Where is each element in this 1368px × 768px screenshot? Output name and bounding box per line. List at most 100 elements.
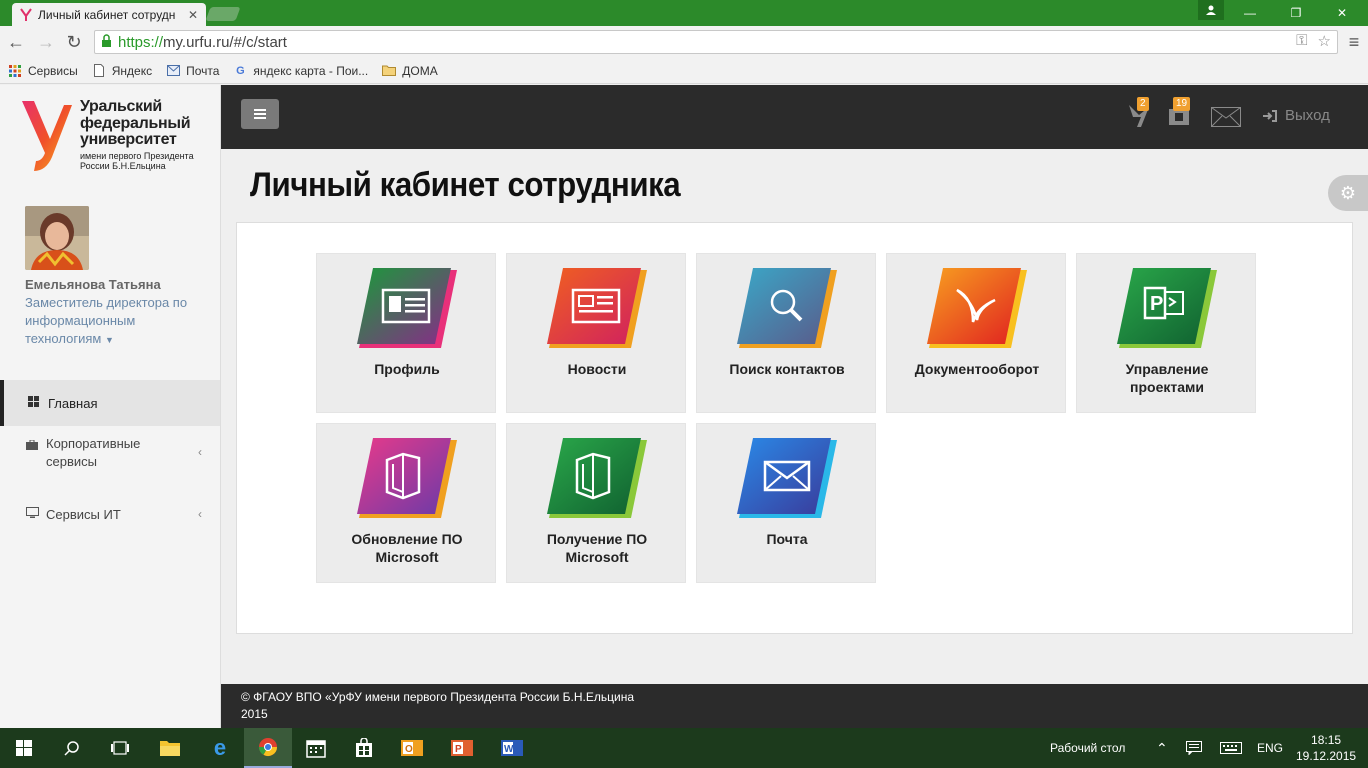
tile-contact-search[interactable]: Поиск контактов	[696, 253, 876, 413]
bookmark-label: яндекс карта - Пои...	[253, 63, 369, 78]
language-indicator[interactable]: ENG	[1257, 728, 1283, 768]
page-title: Личный кабинет сотрудника	[250, 166, 681, 204]
sidebar-item-it-services[interactable]: Сервисы ИТ ‹	[0, 503, 220, 525]
logout-icon	[1263, 109, 1277, 122]
sidebar-item-label: Сервисы ИТ	[46, 506, 121, 522]
bookmark-mail[interactable]: Почта	[166, 64, 219, 78]
tile-label: Почта	[766, 531, 808, 547]
google-icon: G	[236, 64, 245, 77]
browser-user-icon[interactable]	[1198, 0, 1224, 20]
chrome-browser-button[interactable]	[244, 728, 292, 768]
tile-project-management[interactable]: P Управление проектами	[1076, 253, 1256, 413]
folder-icon	[160, 741, 180, 756]
bookmark-label: Почта	[186, 63, 220, 78]
documents-header-button[interactable]: 2	[1127, 97, 1151, 135]
svg-text:O: O	[405, 744, 413, 755]
desktop-toolbar-label[interactable]: Рабочий стол	[1050, 728, 1125, 768]
search-button[interactable]	[48, 728, 96, 768]
tile-document-flow[interactable]: Документооборот	[886, 253, 1066, 413]
desktop-label: Рабочий стол	[1050, 741, 1126, 755]
chrome-menu-icon[interactable]: ≡	[1342, 30, 1366, 54]
system-clock[interactable]: 18:15 19.12.2015	[1296, 732, 1356, 764]
caret-down-icon: ▼	[104, 335, 114, 345]
task-view-button[interactable]	[96, 728, 144, 768]
logout-label: Выход	[1285, 107, 1330, 124]
restore-icon[interactable]: ❐	[1274, 0, 1318, 26]
footer-copyright: © ФГАОУ ВПО «УрФУ имени первого Президен…	[241, 690, 635, 704]
bookmark-folder-doma[interactable]: ДОМА	[382, 63, 438, 78]
envelope-icon	[737, 438, 837, 520]
keyboard-icon[interactable]	[1220, 728, 1242, 768]
tile-label: Поиск контактов	[729, 361, 845, 377]
tile-profile[interactable]: Профиль	[316, 253, 496, 413]
start-button[interactable]	[0, 728, 48, 768]
hamburger-icon	[254, 109, 266, 119]
bookmark-yandex-map[interactable]: G яндекс карта - Пои...	[233, 64, 368, 78]
close-window-icon[interactable]: ✕	[1320, 0, 1364, 26]
magnifier-icon	[737, 268, 837, 350]
logout-button[interactable]: Выход	[1263, 107, 1330, 124]
ms-project-icon: P	[1117, 268, 1217, 350]
powerpoint-button[interactable]: P	[438, 728, 486, 768]
tile-news[interactable]: Новости	[506, 253, 686, 413]
projects-header-button[interactable]: 19	[1167, 97, 1191, 133]
forward-arrow-icon[interactable]: →	[34, 30, 58, 54]
edge-icon: e	[213, 735, 227, 760]
reload-icon[interactable]: ↻	[62, 30, 86, 54]
tab-title: Личный кабинет сотрудн	[38, 7, 176, 22]
bookmark-star-icon[interactable]: ☆	[1318, 32, 1331, 50]
windows-logo-icon	[16, 740, 32, 756]
bookmark-label: Яндекс	[111, 63, 153, 78]
store-bag-icon	[356, 738, 372, 757]
url-path: my.urfu.ru/#/c/start	[163, 33, 287, 51]
sidebar: Уральский федеральный университет имени …	[0, 85, 221, 728]
back-arrow-icon[interactable]: ←	[4, 30, 28, 54]
outlook-button[interactable]: O	[388, 728, 436, 768]
page-icon	[92, 64, 106, 78]
settings-gear-button[interactable]: ⚙	[1328, 175, 1368, 211]
edge-browser-button[interactable]: e	[196, 728, 244, 768]
tile-update-microsoft[interactable]: Обновление ПО Microsoft	[316, 423, 496, 583]
file-explorer-button[interactable]	[146, 728, 194, 768]
windows-taskbar: e O P W Рабочий стол ⌃ ENG 18:15 19.12.2…	[0, 728, 1368, 768]
word-button[interactable]: W	[488, 728, 536, 768]
tile-mail[interactable]: Почта	[696, 423, 876, 583]
new-tab-button[interactable]	[205, 7, 241, 21]
tile-get-microsoft[interactable]: Получение ПО Microsoft	[506, 423, 686, 583]
store-button[interactable]	[340, 728, 388, 768]
office-icon	[357, 438, 457, 520]
bookmark-services[interactable]: Сервисы	[8, 64, 78, 78]
browser-titlebar: Личный кабинет сотрудн ✕ — ❐ ✕	[0, 0, 1368, 26]
mail-header-button[interactable]	[1211, 107, 1241, 133]
word-icon: W	[501, 740, 523, 756]
apps-grid-icon	[8, 64, 22, 78]
urfu-logo[interactable]: Уральский федеральный университет имени …	[22, 98, 202, 175]
address-bar[interactable]: https://my.urfu.ru/#/c/start ⚿ ☆	[94, 30, 1338, 54]
tray-chevron-up-icon[interactable]: ⌃	[1156, 728, 1168, 768]
tile-label: Документооборот	[914, 361, 1040, 377]
sidebar-item-home[interactable]: Главная	[0, 380, 220, 426]
calendar-button[interactable]	[292, 728, 340, 768]
chevron-left-icon: ‹	[198, 507, 202, 521]
bookmark-yandex[interactable]: Яндекс	[92, 64, 152, 78]
lock-icon	[101, 34, 112, 50]
powerpoint-icon: P	[451, 740, 473, 756]
logo-line1: Уральский	[80, 98, 162, 115]
sidebar-item-label: Корпоративные сервисы	[46, 436, 141, 469]
tile-label: Получение ПО Microsoft	[546, 531, 648, 565]
browser-tab[interactable]: Личный кабинет сотрудн ✕	[12, 3, 206, 26]
bookmark-label: ДОМА	[402, 63, 438, 78]
avatar[interactable]	[25, 206, 89, 270]
footer-year: 2015	[241, 707, 268, 721]
folder-icon	[382, 64, 397, 78]
boomerang-icon	[927, 268, 1027, 350]
sidebar-item-corporate-services[interactable]: Корпоративные сервисы ‹	[0, 435, 220, 483]
documents-badge: 2	[1137, 97, 1149, 111]
tab-close-icon[interactable]: ✕	[188, 8, 198, 22]
notifications-icon[interactable]	[1186, 728, 1202, 768]
services-panel: Профиль Новости Поиск контактов Документ…	[236, 222, 1353, 634]
menu-toggle-button[interactable]	[241, 99, 279, 129]
minimize-icon[interactable]: —	[1228, 0, 1272, 26]
user-position-dropdown[interactable]: Заместитель директора по информационным …	[25, 294, 205, 349]
key-icon[interactable]: ⚿	[1296, 32, 1307, 50]
